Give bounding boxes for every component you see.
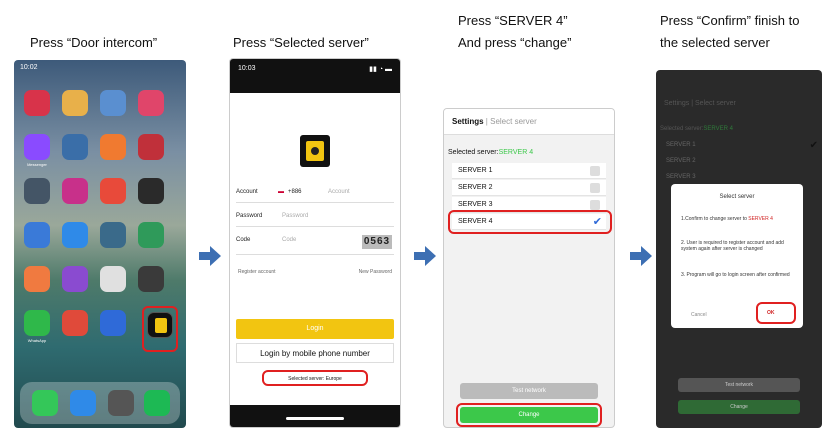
checkbox[interactable]: [590, 183, 600, 193]
highlight-ok: [756, 302, 796, 324]
country-code[interactable]: +886: [288, 189, 302, 195]
signal-battery-icon: ▮▮ ◔ ▬: [369, 66, 392, 73]
test-network-button[interactable]: Test network: [678, 378, 800, 392]
bottom-bar: [230, 405, 400, 427]
home-indicator: [286, 417, 344, 420]
code-label: Code: [236, 237, 251, 243]
login-button[interactable]: Login: [236, 319, 394, 339]
spotify-app-icon[interactable]: [144, 390, 170, 416]
camera-app-icon[interactable]: [108, 390, 134, 416]
arrow-right-icon: [630, 246, 652, 266]
page-subtitle: Select server: [695, 100, 736, 107]
app-icon[interactable]: [24, 178, 50, 204]
app-icon[interactable]: [100, 222, 126, 248]
app-icon[interactable]: [62, 310, 88, 336]
test-network-button[interactable]: Test network: [460, 383, 598, 399]
step4-caption-line2: the selected server: [660, 35, 770, 50]
app-icon[interactable]: [100, 134, 126, 160]
selected-server-value: SERVER 4: [498, 149, 534, 156]
app-icon[interactable]: [138, 178, 164, 204]
dialog-title: Select server: [719, 194, 755, 200]
app-icon[interactable]: [62, 266, 88, 292]
select-server-phone: Settings | Select server Selected server…: [443, 108, 615, 428]
step2-caption: Press “Selected server”: [233, 35, 369, 50]
captcha-image[interactable]: 0563: [362, 235, 392, 249]
app-icon[interactable]: [24, 266, 50, 292]
checkbox[interactable]: [590, 200, 600, 210]
app-icon[interactable]: [24, 222, 50, 248]
page-title: Settings: [664, 100, 690, 107]
app-icon[interactable]: [62, 134, 88, 160]
phone-app-icon[interactable]: [32, 390, 58, 416]
selected-server-status: Selected server:SERVER 4: [448, 149, 533, 156]
highlight-selected-server: [262, 370, 368, 386]
status-time: 10:02: [20, 64, 38, 71]
selected-server-label: Selected server:: [448, 149, 499, 156]
app-label: WhatsApp: [27, 338, 47, 343]
code-placeholder: Code: [282, 237, 297, 243]
home-screen-phone: 10:02 Messenger WhatsApp: [14, 60, 186, 428]
app-icon[interactable]: [62, 90, 88, 116]
app-icon[interactable]: [24, 90, 50, 116]
password-placeholder: Password: [282, 213, 309, 219]
password-label: Password: [236, 213, 263, 219]
highlight-change: [456, 403, 602, 427]
login-screen-phone: 10:03 ▮▮ ◔ ▬ Account ▬ +886 Account Passw…: [229, 58, 401, 428]
dialog-message-3: 3. Program will go to login screen after…: [681, 272, 790, 278]
app-icon[interactable]: Messenger: [24, 134, 50, 167]
app-icon[interactable]: [138, 90, 164, 116]
server-option-1[interactable]: SERVER 1: [452, 163, 606, 179]
safari-app-icon[interactable]: [70, 390, 96, 416]
step4-caption-line1: Press “Confirm” finish to: [660, 13, 800, 28]
dialog-message-2: 2. User is required to register account …: [681, 240, 784, 252]
confirm-dialog-phone: Settings | Select server Selected server…: [656, 70, 822, 428]
intercom-logo-icon: [306, 141, 324, 161]
header: Settings | Select server: [664, 100, 736, 107]
cancel-button[interactable]: Cancel: [691, 312, 707, 318]
step1-caption: Press “Door intercom”: [30, 35, 158, 50]
app-icon[interactable]: WhatsApp: [24, 310, 50, 343]
app-icon[interactable]: [62, 178, 88, 204]
header: Settings | Select server: [444, 109, 614, 135]
highlight-door-intercom: [142, 306, 178, 352]
app-label: Messenger: [27, 162, 47, 167]
app-icon[interactable]: [62, 222, 88, 248]
server-option-2[interactable]: SERVER 2: [452, 180, 606, 196]
dock: [20, 382, 180, 424]
app-logo: [300, 135, 330, 167]
app-icon[interactable]: [138, 266, 164, 292]
selected-server-status: Selected server:SERVER 4: [660, 126, 733, 132]
account-placeholder: Account: [328, 189, 350, 195]
login-mobile-button[interactable]: Login by mobile phone number: [236, 343, 394, 363]
arrow-right-icon: [414, 246, 436, 266]
app-icon[interactable]: [100, 310, 126, 336]
checkmark-icon: ✔: [809, 140, 818, 151]
status-bar: 10:03 ▮▮ ◔ ▬: [230, 59, 400, 93]
step3-caption-line2: And press “change”: [458, 35, 572, 50]
dialog-message-1: 1.Confirm to change server to SERVER 4: [681, 216, 773, 222]
app-icon[interactable]: [100, 178, 126, 204]
page-title: Settings: [452, 117, 484, 126]
app-icon[interactable]: [138, 222, 164, 248]
server-option-3[interactable]: SERVER 3: [666, 174, 696, 180]
app-icon[interactable]: [138, 134, 164, 160]
change-button[interactable]: Change: [678, 400, 800, 414]
register-link[interactable]: Register account: [238, 269, 276, 275]
flag-icon: ▬: [278, 189, 284, 195]
server-option-2[interactable]: SERVER 2: [666, 158, 696, 164]
highlight-server-4: [448, 210, 612, 234]
password-field[interactable]: Password Password: [236, 205, 394, 227]
server-option-1[interactable]: SERVER 1: [666, 142, 696, 148]
account-label: Account: [236, 189, 258, 195]
arrow-right-icon: [199, 246, 221, 266]
status-time: 10:03: [238, 65, 256, 72]
app-icon[interactable]: [100, 266, 126, 292]
step3-caption-line1: Press “SERVER 4”: [458, 13, 568, 28]
checkbox[interactable]: [590, 166, 600, 176]
app-icon[interactable]: [100, 90, 126, 116]
page-subtitle: Select server: [490, 117, 537, 126]
account-field[interactable]: Account ▬ +886 Account: [236, 181, 394, 203]
code-field[interactable]: Code Code 0563: [236, 229, 394, 255]
forgot-password-link[interactable]: New Password: [359, 269, 392, 275]
